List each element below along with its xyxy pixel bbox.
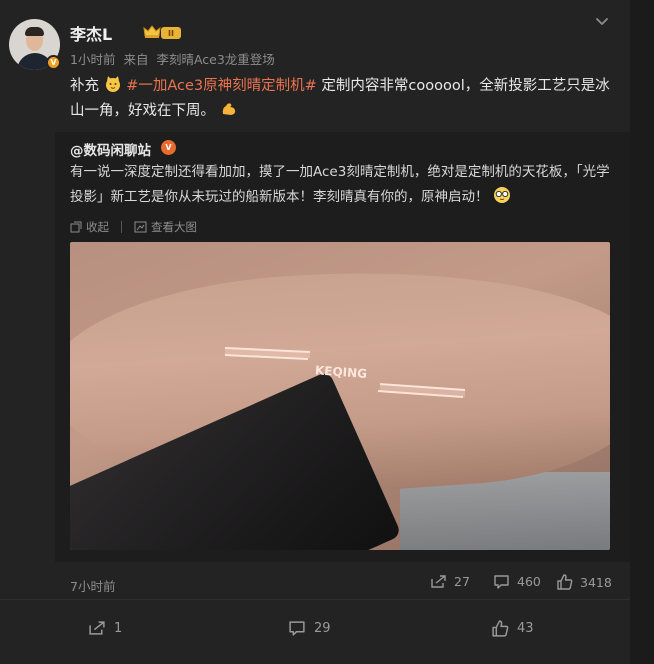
post-meta: 1小时前 来自 李刻晴Ace3龙重登场 — [70, 49, 279, 68]
repost-time[interactable]: 7小时前 — [70, 576, 115, 595]
like-icon — [557, 574, 573, 590]
repost-comment-count: 460 — [517, 574, 541, 589]
like-count: 43 — [517, 621, 534, 636]
repost-like-count: 3418 — [580, 574, 612, 590]
repost-tools: 收起 查看大图 — [70, 219, 197, 235]
share-button[interactable]: 1 — [88, 620, 122, 636]
repost-box[interactable]: @数码闲聊站 V 有一说一深度定制还得看加加，摸了一加Ace3刻晴定制机，绝对是… — [55, 132, 630, 562]
level-badge: II — [161, 27, 181, 39]
view-large-button[interactable]: 查看大图 — [134, 219, 197, 235]
repost-author[interactable]: @数码闲聊站 — [70, 139, 151, 159]
text-prefix: 补充 — [70, 78, 99, 94]
collapse-icon — [70, 221, 82, 233]
muscle-emoji-icon — [222, 103, 235, 115]
verified-icon: V — [46, 55, 61, 70]
source-prefix: 来自 — [123, 52, 149, 67]
comment-count: 29 — [314, 620, 331, 636]
projection-text: KEQING — [315, 363, 368, 381]
repost-share-count: 27 — [454, 574, 470, 589]
cat-emoji-icon — [105, 76, 120, 92]
share-icon — [89, 621, 105, 635]
share-icon — [431, 575, 446, 588]
glasses-emoji-icon — [493, 187, 510, 203]
share-count: 1 — [114, 620, 123, 636]
post-text: 补充 #一加Ace3原神刻晴定制机# 定制内容非常coooool，全新投影工艺只… — [70, 74, 618, 124]
repost-body: 有一说一深度定制还得看加加，摸了一加Ace3刻晴定制机，绝对是定制机的天花板，「… — [70, 164, 610, 205]
post-time[interactable]: 1小时前 — [70, 52, 115, 67]
collapse-label: 收起 — [86, 220, 109, 234]
view-large-icon — [134, 221, 147, 233]
action-divider — [0, 599, 630, 600]
chevron-down-icon[interactable] — [592, 12, 612, 32]
post-source[interactable]: 李刻晴Ace3龙重登场 — [156, 52, 274, 67]
repost-like-button[interactable]: 3418 — [556, 574, 612, 590]
topic-link[interactable]: #一加Ace3原神刻晴定制机# — [126, 78, 317, 94]
repost-text: 有一说一深度定制还得看加加，摸了一加Ace3刻晴定制机，绝对是定制机的天花板，「… — [70, 160, 620, 210]
projection-graphic: KEQING — [224, 347, 466, 398]
repost-comment-button[interactable]: 460 — [493, 574, 541, 589]
post-card: V 李杰L II 1小时前 来自 李刻晴Ace3龙重登场 补充 #一加Ace3原… — [0, 0, 630, 664]
page-gutter — [630, 0, 654, 664]
view-large-label: 查看大图 — [151, 220, 197, 234]
comment-button[interactable]: 29 — [288, 620, 331, 636]
avatar-hair — [25, 27, 44, 36]
comment-icon — [289, 621, 305, 636]
tools-divider — [121, 221, 122, 233]
post-image[interactable]: KEQING — [70, 242, 610, 550]
verified-icon: V — [161, 140, 176, 155]
like-button[interactable]: 43 — [491, 620, 534, 637]
like-icon — [492, 620, 509, 637]
collapse-button[interactable]: 收起 — [70, 219, 109, 235]
author-name[interactable]: 李杰L — [70, 21, 112, 45]
crown-icon — [143, 25, 161, 38]
repost-share-button[interactable]: 27 — [430, 574, 470, 589]
comment-icon — [494, 575, 509, 589]
